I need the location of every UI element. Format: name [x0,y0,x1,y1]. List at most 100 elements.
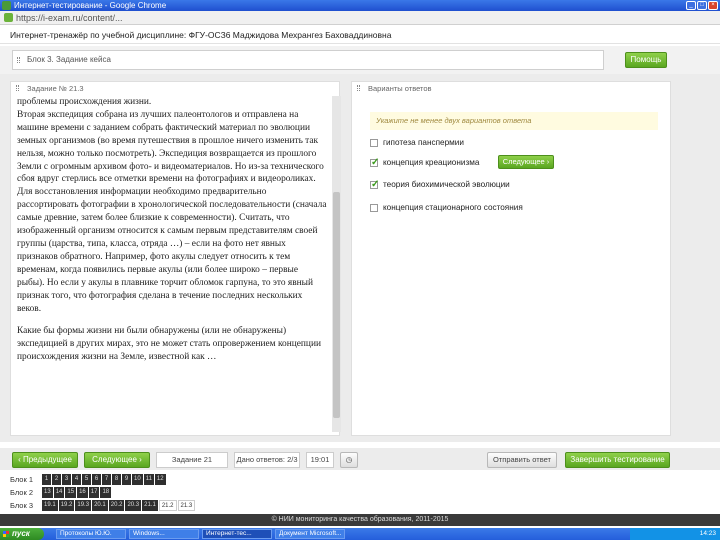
block-task-cell[interactable]: 20.2 [108,500,125,511]
task-paragraph-1: проблемы происхождения жизни. [17,97,152,107]
block-task-cell[interactable]: 3 [62,474,71,485]
block-title: Блок 3. Задание кейса [27,55,111,64]
url-field[interactable]: https://i-exam.ru/content/... [16,12,123,24]
start-label: пуск [12,529,30,538]
answered-counter: Дано ответов: 2/3 [234,452,300,468]
answer-checkbox[interactable] [370,204,378,212]
navigation-bar: ‹ Предыдущее Следующее › Задание 21 Дано… [0,448,720,470]
followup-label: Следующее [502,157,545,166]
block-task-cell[interactable]: 5 [82,474,91,485]
block-task-cell[interactable]: 21.1 [142,500,158,511]
site-icon [4,13,13,22]
answers-panel: Варианты ответов Укажите не менее двух в… [351,81,671,436]
block-task-cell[interactable]: 17 [88,487,100,498]
block-cells: 13 14 15 16 17 18 [42,487,112,498]
drag-handle-icon [357,85,360,91]
clock: 14:23 [699,530,716,537]
block-task-cell[interactable]: 19.3 [75,500,92,511]
drag-handle-icon [17,57,20,63]
block-task-cell[interactable]: 20.1 [92,500,108,511]
answer-hint: Укажите не менее двух вариантов ответа [370,112,658,130]
chevron-right-icon: › [546,157,550,166]
task-text: проблемы происхождения жизни. Вторая эксп… [17,96,327,432]
block-task-cell[interactable]: 2 [52,474,61,485]
window-controls: _ □ × [686,1,718,10]
task-paragraph-2: Вторая экспедиция собрана из лучших пале… [17,109,327,314]
help-button[interactable]: Помощь [625,52,667,68]
block-navigator: Блок 1 1 2 3 4 5 6 7 8 9 10 11 12 Блок 2 13 14 15 16 17… [0,471,720,513]
answers-panel-header: Варианты ответов [352,82,670,95]
close-icon[interactable]: × [708,1,718,10]
taskbar-task[interactable]: Протоколы Ю.Ю. [56,529,126,539]
block-task-cell[interactable]: 18 [100,487,112,498]
timer: 19:01 [306,452,334,468]
block-task-cell[interactable]: 19.1 [42,500,58,511]
block-task-cell[interactable]: 21.3 [177,500,196,511]
answer-label: теория биохимической эволюции [383,180,510,189]
taskbar-task[interactable]: Windows... [129,529,199,539]
block-row: Блок 3. Задание кейса Помощь [0,46,720,74]
block-task-cell[interactable]: 12 [154,474,166,485]
answers-title: Варианты ответов [368,84,432,93]
next-label: Следующее [92,455,137,464]
block-label: Блок 2 [10,488,34,497]
task-scrollbar[interactable] [332,96,341,432]
block-cells: 19.1 19.2 19.3 20.1 20.2 20.3 21.1 21.2 21.3 [42,500,196,511]
block-task-cell[interactable]: 9 [122,474,131,485]
block-task-cell[interactable]: 10 [132,474,143,485]
finish-test-button[interactable]: Завершить тестирование [565,452,670,468]
block-task-cell[interactable]: 1 [42,474,51,485]
window-title: Интернет-тестирование - Google Chrome [14,1,167,10]
block-task-cell[interactable]: 4 [72,474,81,485]
block-task-cell[interactable]: 8 [112,474,121,485]
test-header: Интернет-тренажёр по учебной дисциплине:… [0,26,720,44]
address-bar: https://i-exam.ru/content/... [0,11,720,25]
block-task-cell[interactable]: 19.2 [58,500,75,511]
scrollbar-thumb[interactable] [333,192,340,418]
task-panel: Задание № 21.3 проблемы происхождения жи… [10,81,341,436]
block-task-cell[interactable]: 13 [42,487,53,498]
chevron-left-icon: ‹ [18,455,21,464]
browser-icon [2,1,11,10]
footer: © НИИ мониторинга качества образования, … [0,514,720,526]
start-button[interactable]: пуск [0,528,44,540]
block-label: Блок 3 [10,501,34,510]
block-task-cell[interactable]: 11 [143,474,154,485]
block-cells: 1 2 3 4 5 6 7 8 9 10 11 12 [42,474,166,485]
taskbar-task[interactable]: Документ Microsoft... [275,529,345,539]
maximize-icon[interactable]: □ [697,1,707,10]
prev-label: Предыдущее [22,455,72,464]
answer-label: гипотеза панспермии [383,138,464,147]
block-label: Блок 1 [10,475,34,484]
followup-button[interactable]: Следующее › [498,155,554,169]
taskbar-tasks: Протоколы Ю.Ю. Windows... Интернет-тес..… [56,529,345,539]
task-question: Какие бы формы жизни ни были обнаружены … [17,326,321,363]
block-task-cell[interactable]: 6 [92,474,101,485]
block-task-cell[interactable]: 14 [53,487,65,498]
answer-checkbox[interactable] [370,178,379,192]
chevron-right-icon: › [139,455,142,464]
system-tray: 14:23 [630,528,720,540]
window-titlebar: Интернет-тестирование - Google Chrome _ … [0,0,720,11]
timer-icon[interactable]: ◷ [340,452,358,468]
block-task-cell[interactable]: 15 [65,487,77,498]
windows-logo-icon [3,531,9,537]
drag-handle-icon [16,85,19,91]
task-paragraph: проблемы происхождения жизни. Вторая эксп… [17,96,327,315]
minimize-icon[interactable]: _ [686,1,696,10]
next-button[interactable]: Следующее › [84,452,150,468]
answer-checkbox[interactable] [370,139,378,147]
task-counter: Задание 21 [156,452,228,468]
task-panel-header: Задание № 21.3 [11,82,339,95]
prev-button[interactable]: ‹ Предыдущее [12,452,78,468]
block-task-cell[interactable]: 7 [102,474,111,485]
block-task-cell[interactable]: 20.3 [125,500,142,511]
answer-checkbox[interactable] [370,156,379,170]
task-number: Задание № 21.3 [27,84,84,93]
taskbar-task[interactable]: Интернет-тес... [202,529,272,539]
answer-label: концепция креационизма [383,158,480,167]
block-task-cell[interactable]: 16 [77,487,88,498]
send-answer-button[interactable]: Отправить ответ [487,452,557,468]
answer-label: концепция стационарного состояния [383,203,523,212]
block-task-cell[interactable]: 21.2 [158,500,177,511]
